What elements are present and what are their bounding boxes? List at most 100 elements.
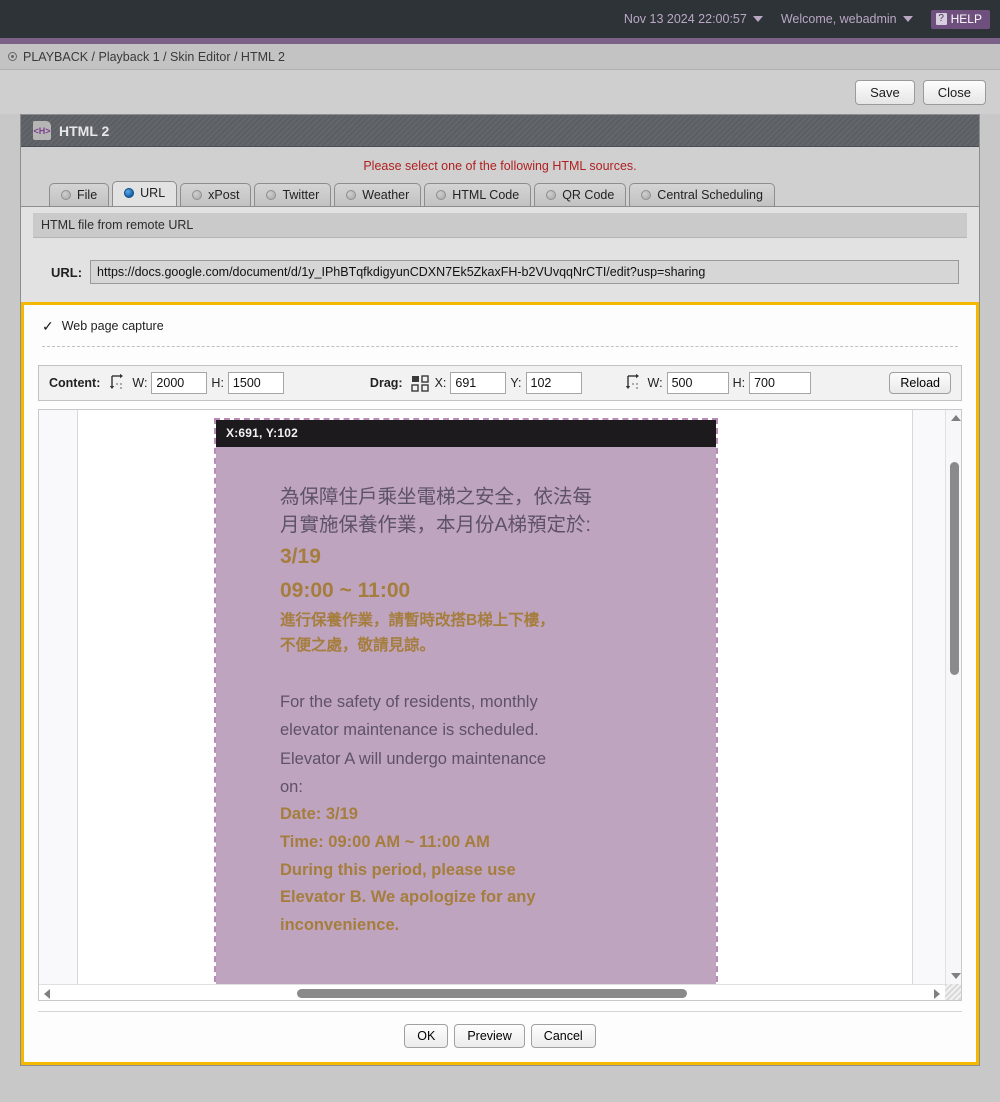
tab-label: xPost [208,187,240,202]
content-width-label: W: [132,376,148,390]
zh-date: 3/19 [280,544,321,568]
user-label: Welcome, webadmin [780,12,897,26]
vertical-scrollbar[interactable] [945,410,961,984]
chevron-down-icon [752,16,763,22]
resize-arrow-icon [110,374,124,389]
zh-time: 09:00 ~ 11:00 [280,578,411,602]
reload-button[interactable]: Reload [889,372,951,394]
tab-xpost[interactable]: xPost [180,183,252,206]
zh-intro-line-1: 為保障住戶乘坐電梯之安全，依法每 [280,486,593,508]
radio-selected-icon [124,188,135,198]
en-note-line-2: Elevator B. We apologize for any [280,888,536,907]
drag-position-group: X: Y: [410,372,582,394]
radio-icon [546,189,557,200]
chevron-down-icon [902,16,913,22]
crop-height-input[interactable] [749,372,812,394]
tab-label: Central Scheduling [657,187,763,202]
captured-content: 為保障住戶乘坐電梯之安全，依法每 月實施保養作業，本月份A梯預定於: 3/19 … [216,447,716,940]
help-button[interactable]: ? HELP [930,9,990,29]
tab-qr-code[interactable]: QR Code [534,183,627,206]
source-notice: Please select one of the following HTML … [21,147,979,182]
capture-selection-box[interactable]: X:691, Y:102 為保障住戶乘坐電梯之安全，依法每 月實施保養作業，本月… [214,418,718,984]
web-page-capture-checkbox[interactable]: ✓ Web page capture [24,305,976,346]
html-file-icon: <H> [33,121,51,140]
location-dot-icon [8,52,17,61]
close-button[interactable]: Close [922,79,986,105]
radio-icon [266,189,277,200]
preview-button[interactable]: Preview [454,1024,525,1048]
top-bar: Nov 13 2024 22:00:57 Welcome, webadmin ?… [0,0,1000,38]
url-row: URL: [21,238,979,302]
url-tab-body: HTML file from remote URL URL: ✓ Web pag… [21,206,979,1065]
divider [42,346,958,347]
zh-intro-line-2: 月實施保養作業，本月份A梯預定於: [280,514,591,537]
en-intro-line-2: elevator maintenance is scheduled. [280,721,539,740]
scroll-up-arrow-icon[interactable] [951,415,961,421]
drag-y-input[interactable] [525,372,582,394]
save-button[interactable]: Save [855,79,915,105]
user-menu[interactable]: Welcome, webadmin [781,12,913,26]
tab-weather[interactable]: Weather [334,183,422,206]
bottom-strip [0,1066,1000,1074]
web-page-capture-label: Web page capture [61,319,164,333]
en-intro-line-4: on: [280,777,303,796]
dialog-footer: OK Preview Cancel [38,1011,962,1062]
scroll-left-arrow-icon[interactable] [44,989,50,999]
action-row: Save Close [0,70,1000,114]
en-intro-line-3: Elevator A will undergo maintenance [280,749,546,768]
zh-note-line-2: 不便之處，敬請見諒。 [280,636,436,654]
datetime-menu[interactable]: Nov 13 2024 22:00:57 [624,12,763,26]
web-page-capture-section: ✓ Web page capture Content: W: 2000 H: 1… [21,302,979,1065]
capture-preview-viewport: X:691, Y:102 為保障住戶乘坐電梯之安全，依法每 月實施保養作業，本月… [38,409,962,1001]
tab-label: HTML Code [452,187,520,202]
horizontal-scrollbar[interactable] [39,984,945,1000]
en-date: Date: 3/19 [280,805,358,824]
source-tabs: File URL xPost Twitter Weather HTML Code… [21,181,979,206]
preview-canvas[interactable]: X:691, Y:102 為保障住戶乘坐電梯之安全，依法每 月實施保養作業，本月… [39,410,945,984]
drag-y-label: Y: [510,376,522,390]
url-input[interactable] [90,260,959,284]
zh-note-line-1: 進行保養作業，請暫時改搭B梯上下樓， [280,611,555,629]
en-note-line-3: inconvenience. [280,916,400,935]
horizontal-scrollbar-thumb[interactable] [297,989,687,998]
panel-title-bar: <H> HTML 2 [21,115,979,147]
tab-file[interactable]: File [49,183,110,206]
tab-url[interactable]: URL [112,181,178,206]
drag-x-label: X: [434,376,447,390]
scroll-right-arrow-icon[interactable] [934,989,940,999]
tab-label: File [77,187,98,202]
tab-label: Weather [362,187,410,202]
cancel-button[interactable]: Cancel [530,1024,596,1048]
tab-twitter[interactable]: Twitter [254,183,332,206]
html-editor-panel: <H> HTML 2 Please select one of the foll… [20,114,980,1066]
content-height-label: H: [211,376,224,390]
vertical-scrollbar-thumb[interactable] [950,462,959,675]
scroll-down-arrow-icon[interactable] [951,973,961,979]
breadcrumb-text: PLAYBACK / Playback 1 / Skin Editor / HT… [23,49,285,64]
en-intro-line-1: For the safety of residents, monthly [280,692,538,711]
ok-button[interactable]: OK [404,1024,449,1048]
drag-label: Drag: [369,376,403,390]
url-subheader: HTML file from remote URL [33,213,967,238]
url-label: URL: [51,264,83,280]
radio-icon [346,189,357,200]
tab-html-code[interactable]: HTML Code [424,183,532,206]
drag-nodes-icon [410,375,429,392]
tab-central-scheduling[interactable]: Central Scheduling [629,183,775,206]
crop-width-label: W: [647,376,663,390]
content-width-input[interactable] [151,372,208,394]
radio-icon [192,189,203,200]
radio-icon [61,189,71,200]
crop-width-input[interactable] [666,372,729,394]
breadcrumb[interactable]: PLAYBACK / Playback 1 / Skin Editor / HT… [0,44,1000,70]
drag-x-input[interactable] [450,372,507,394]
datetime-label: Nov 13 2024 22:00:57 [623,12,747,26]
tab-label: QR Code [562,187,615,202]
crop-height-label: H: [732,376,746,390]
capture-toolbar: Content: W: H: [38,365,962,401]
tab-label: URL [140,186,166,200]
content-label: Content: [49,376,101,390]
content-size-group: W: H: [108,372,284,394]
radio-icon [436,189,447,200]
content-height-input[interactable] [227,372,284,394]
